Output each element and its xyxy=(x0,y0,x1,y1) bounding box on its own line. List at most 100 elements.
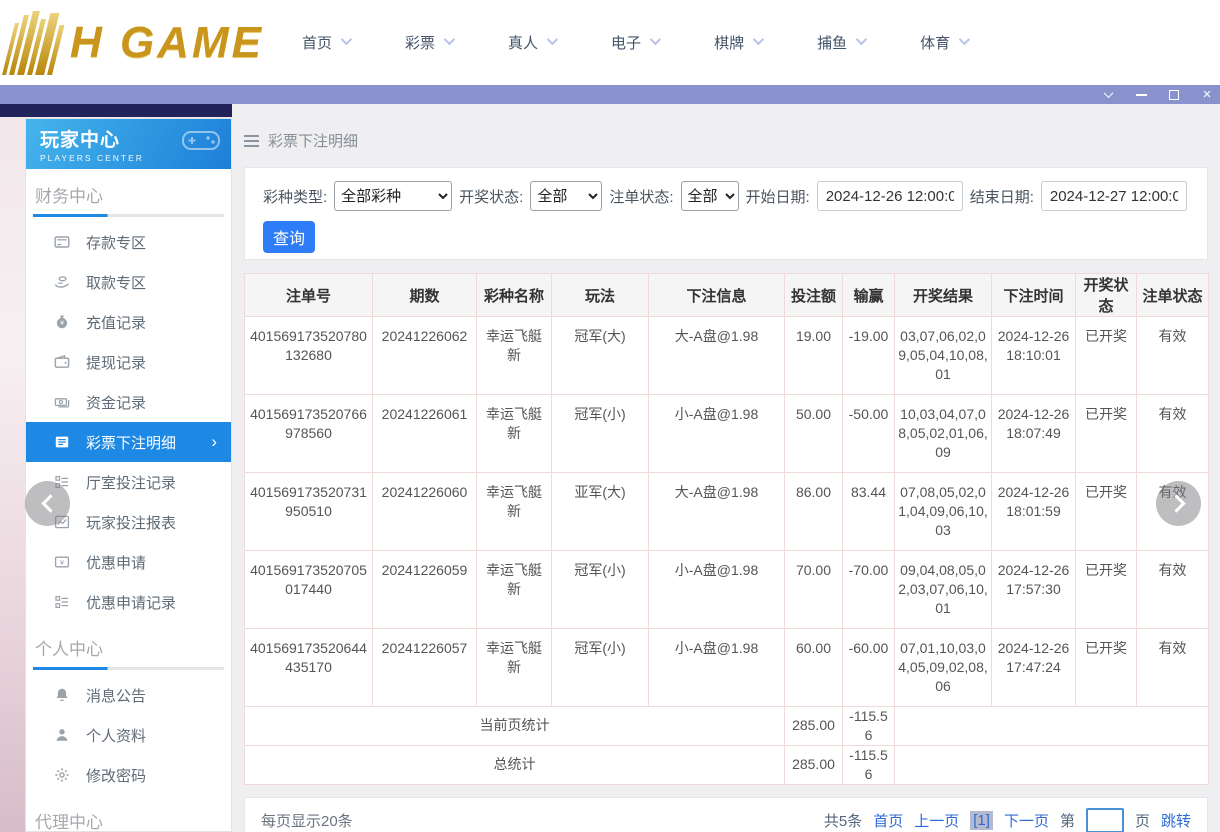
window-titlebar: × xyxy=(0,85,1220,104)
logo-bars-icon xyxy=(2,11,68,75)
first-page-link[interactable]: 首页 xyxy=(873,810,903,831)
chevron-down-icon xyxy=(752,33,765,46)
table-cell: 冠军(大) xyxy=(551,316,649,395)
bet-details-table: 注单号 期数 彩种名称 玩法 下注信息 投注额 输赢 开奖结果 下注时间 开奖状态 注单状态 401… xyxy=(244,273,1209,785)
table-cell: 20241226057 xyxy=(372,628,477,707)
sidebar-item-promo-apply[interactable]: ¥ 优惠申请 xyxy=(26,542,231,582)
maximize-icon[interactable] xyxy=(1167,88,1181,102)
table-cell: 09,04,08,05,02,03,07,06,10,01 xyxy=(894,550,992,629)
withdrawal-records-icon xyxy=(54,354,71,371)
jump-button[interactable]: 跳转 xyxy=(1161,810,1191,831)
prev-page-link[interactable]: 上一页 xyxy=(914,810,959,831)
start-date-label: 开始日期: xyxy=(745,188,810,206)
table-cell: 亚军(大) xyxy=(551,472,649,551)
draw-status-select[interactable]: 全部 xyxy=(530,181,603,211)
nav-item-label: 电子 xyxy=(611,35,642,52)
nav-item-home[interactable]: 首页 xyxy=(302,32,353,53)
chevron-right-icon xyxy=(1166,494,1186,513)
column-header: 下注信息 xyxy=(648,273,785,317)
sidebar-item-label: 厅室投注记录 xyxy=(86,474,177,492)
table-cell: 2024-12-26 18:10:01 xyxy=(991,316,1076,395)
sidebar-collapse-button[interactable] xyxy=(25,481,70,526)
lottery-bet-details-icon xyxy=(54,434,71,451)
minimize-icon[interactable] xyxy=(1134,88,1148,102)
end-date-input[interactable] xyxy=(1040,181,1187,211)
table-cell: 大-A盘@1.98 xyxy=(648,316,785,395)
nav-item-slots[interactable]: 电子 xyxy=(611,32,662,53)
sidebar-item-withdrawal-records[interactable]: 提现记录 xyxy=(26,342,231,382)
sidebar-item-recharge-records[interactable]: ¥ 充值记录 xyxy=(26,302,231,342)
promo-apply-icon: ¥ xyxy=(54,554,71,571)
jump-page-input[interactable] xyxy=(1085,808,1124,832)
column-header: 输赢 xyxy=(842,273,895,317)
gamepad-icon xyxy=(182,131,220,150)
sidebar-item-label: 个人资料 xyxy=(86,727,147,745)
change-password-icon xyxy=(54,767,71,784)
table-cell: 已开奖 xyxy=(1075,550,1137,629)
table-cell: 20241226062 xyxy=(372,316,477,395)
total-count-text: 共5条 xyxy=(823,813,863,831)
menu-hamburger-icon[interactable] xyxy=(244,134,259,147)
table-cell: 20241226060 xyxy=(372,472,477,551)
table-cell: 07,08,05,02,01,04,09,06,10,03 xyxy=(894,472,992,551)
close-icon[interactable]: × xyxy=(1200,87,1214,102)
search-button[interactable]: 查询 xyxy=(263,221,315,253)
sidebar-item-funds-records[interactable]: 资金记录 xyxy=(26,382,231,422)
column-header: 开奖结果 xyxy=(894,273,992,317)
page-summary-bet: 285.00 xyxy=(784,706,843,746)
sidebar-item-change-password[interactable]: 修改密码 xyxy=(26,755,231,795)
nav-item-chess[interactable]: 棋牌 xyxy=(714,32,765,53)
sidebar-item-promo-apply-records[interactable]: 优惠申请记录 xyxy=(26,582,231,622)
profile-icon xyxy=(54,727,71,744)
table-cell: 幸运飞艇新 xyxy=(476,472,552,551)
table-cell: 20241226061 xyxy=(372,394,477,473)
table-cell: 已开奖 xyxy=(1075,394,1137,473)
sidebar-item-messages[interactable]: 消息公告 xyxy=(26,675,231,715)
table-cell: 有效 xyxy=(1136,394,1209,473)
start-date-input[interactable] xyxy=(816,181,963,211)
lottery-type-select[interactable]: 全部彩种 xyxy=(334,181,453,211)
table-cell: 幸运飞艇新 xyxy=(476,628,552,707)
sidebar-header: 玩家中心 PLAYERS CENTER xyxy=(26,119,231,169)
column-header: 玩法 xyxy=(551,273,649,317)
column-header: 注单状态 xyxy=(1136,273,1209,317)
nav-item-live[interactable]: 真人 xyxy=(508,32,559,53)
titlebar-dropdown-icon[interactable] xyxy=(1101,88,1115,102)
sidebar-item-label: 取款专区 xyxy=(86,274,147,292)
messages-icon xyxy=(54,687,71,704)
nav-item-sports[interactable]: 体育 xyxy=(920,32,971,53)
nav-item-fishing[interactable]: 捕鱼 xyxy=(817,32,868,53)
table-cell: 401569173520780132680 xyxy=(244,316,373,395)
page-summary-winloss: -115.56 xyxy=(842,706,895,746)
table-cell: 401569173520644435170 xyxy=(244,628,373,707)
chevron-down-icon xyxy=(855,33,868,46)
table-cell: 冠军(小) xyxy=(551,394,649,473)
chevron-down-icon xyxy=(958,33,971,46)
sidebar-section-title-finance: 财务中心 xyxy=(35,187,103,206)
sidebar-item-withdraw-zone[interactable]: 取款专区 xyxy=(26,262,231,302)
sidebar-item-label: 提现记录 xyxy=(86,354,147,372)
table-cell: 小-A盘@1.98 xyxy=(648,628,785,707)
jump-prefix: 第 xyxy=(1059,813,1075,831)
page-summary-label: 当前页统计 xyxy=(244,706,785,746)
table-cell: 有效 xyxy=(1136,550,1209,629)
table-row: 401569173520780132680 20241226062 幸运飞艇新 冠军(… xyxy=(244,316,1209,395)
panel-expand-button[interactable] xyxy=(1156,481,1201,526)
sidebar-item-label: 优惠申请 xyxy=(86,554,147,572)
sidebar-item-profile[interactable]: 个人资料 xyxy=(26,715,231,755)
sidebar: 玩家中心 PLAYERS CENTER 财务中心 存款专区 取款专区 ¥ 充值记录 提现记… xyxy=(25,118,232,832)
sidebar-item-lottery-bet-details[interactable]: 彩票下注明细 › xyxy=(26,422,231,462)
table-cell: 有效 xyxy=(1136,316,1209,395)
chevron-down-icon xyxy=(443,33,456,46)
sidebar-item-deposit-zone[interactable]: 存款专区 xyxy=(26,222,231,262)
table-header-row: 注单号 期数 彩种名称 玩法 下注信息 投注额 输赢 开奖结果 下注时间 开奖状态 注单状态 xyxy=(244,273,1209,317)
nav-item-lottery[interactable]: 彩票 xyxy=(405,32,456,53)
next-page-link[interactable]: 下一页 xyxy=(1004,810,1049,831)
top-navbar: H GAME 首页 彩票 真人 电子 棋牌 捕鱼 体育 xyxy=(0,0,1220,85)
table-cell: 已开奖 xyxy=(1075,628,1137,707)
table-cell: 2024-12-26 17:47:24 xyxy=(991,628,1076,707)
nav-item-label: 体育 xyxy=(920,35,951,52)
order-status-select[interactable]: 全部 xyxy=(680,181,739,211)
sidebar-item-label: 充值记录 xyxy=(86,314,147,332)
chevron-right-icon: › xyxy=(211,432,217,451)
